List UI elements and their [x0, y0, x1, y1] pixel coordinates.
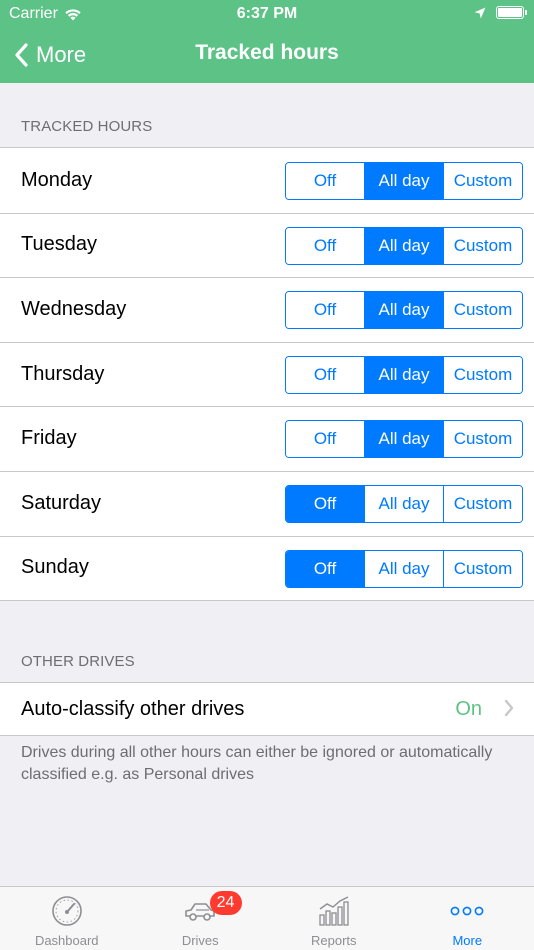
- tracking-mode-segmented-control: Off All day Custom: [285, 291, 523, 330]
- day-label: Thursday: [21, 362, 105, 385]
- day-label: Sunday: [21, 556, 89, 579]
- day-row-tuesday: Tuesday Off All day Custom: [0, 212, 534, 278]
- segment-off[interactable]: Off: [286, 485, 364, 522]
- segment-all-day[interactable]: All day: [364, 421, 443, 458]
- day-row-saturday: Saturday Off All day Custom: [0, 470, 534, 536]
- tab-more[interactable]: More: [401, 887, 534, 950]
- auto-classify-row[interactable]: Auto-classify other drives On: [0, 683, 534, 735]
- segment-all-day[interactable]: All day: [364, 550, 443, 587]
- chevron-right-icon: [504, 699, 514, 717]
- day-row-sunday: Sunday Off All day Custom: [0, 535, 534, 601]
- segment-custom[interactable]: Custom: [443, 421, 522, 458]
- header: Carrier 6:37 PM More Tracked hours: [0, 0, 534, 83]
- segment-custom[interactable]: Custom: [443, 163, 522, 199]
- tracking-mode-segmented-control: Off All day Custom: [285, 549, 523, 588]
- other-drives-note: Drives during all other hours can either…: [21, 744, 493, 783]
- bar-chart-icon: [319, 896, 349, 926]
- tracking-mode-segmented-control: Off All day Custom: [285, 484, 523, 523]
- segment-off[interactable]: Off: [286, 356, 364, 393]
- tracking-mode-segmented-control: Off All day Custom: [285, 420, 523, 459]
- other-drives-header: OTHER DRIVES: [21, 653, 135, 670]
- location-arrow-icon: [474, 7, 486, 18]
- other-drives-list: Auto-classify other drives On: [0, 682, 534, 736]
- day-label: Friday: [21, 427, 77, 450]
- day-label: Wednesday: [21, 297, 127, 320]
- auto-classify-value: On: [455, 697, 482, 720]
- speedometer-icon: [51, 896, 82, 926]
- tab-drives[interactable]: 24 Drives: [134, 887, 268, 950]
- more-dots-icon: [450, 906, 484, 916]
- tab-dashboard-label: Dashboard: [34, 933, 99, 948]
- day-row-thursday: Thursday Off All day Custom: [0, 341, 534, 407]
- status-right: [474, 6, 527, 19]
- segment-custom[interactable]: Custom: [443, 550, 522, 587]
- segment-custom[interactable]: Custom: [443, 227, 522, 264]
- segment-custom[interactable]: Custom: [443, 485, 522, 522]
- segment-custom[interactable]: Custom: [443, 292, 522, 329]
- segment-all-day[interactable]: All day: [364, 227, 443, 264]
- tracked-hours-list: Monday Off All day Custom Tuesday Off All day C…: [0, 147, 534, 602]
- segment-all-day[interactable]: All day: [364, 163, 443, 199]
- segment-all-day[interactable]: All day: [364, 485, 443, 522]
- day-row-friday: Friday Off All day Custom: [0, 406, 534, 471]
- auto-classify-label: Auto-classify other drives: [21, 697, 245, 720]
- segment-off[interactable]: Off: [286, 227, 364, 264]
- day-label: Monday: [21, 168, 93, 191]
- tab-reports-label: Reports: [310, 933, 357, 948]
- day-label: Tuesday: [21, 233, 97, 256]
- tab-more-label: More: [452, 933, 483, 948]
- segment-off[interactable]: Off: [286, 292, 364, 329]
- segment-off[interactable]: Off: [286, 421, 364, 458]
- segment-all-day[interactable]: All day: [364, 292, 443, 329]
- day-row-wednesday: Wednesday Off All day Custom: [0, 277, 534, 342]
- navbar: More Tracked hours: [0, 28, 534, 83]
- segment-all-day[interactable]: All day: [364, 356, 443, 393]
- battery-icon: [496, 6, 527, 19]
- segment-off[interactable]: Off: [286, 550, 364, 587]
- drives-badge: 24: [209, 891, 242, 915]
- tracked-hours-header: TRACKED HOURS: [21, 118, 153, 135]
- day-row-monday: Monday Off All day Custom: [0, 148, 534, 213]
- tracking-mode-segmented-control: Off All day Custom: [285, 226, 523, 265]
- status-bar: Carrier 6:37 PM: [0, 0, 534, 28]
- tracking-mode-segmented-control: Off All day Custom: [285, 355, 523, 394]
- tracking-mode-segmented-control: Off All day Custom: [285, 162, 523, 200]
- status-time: 6:37 PM: [236, 5, 298, 22]
- tab-dashboard[interactable]: Dashboard: [0, 887, 134, 950]
- segment-off[interactable]: Off: [286, 163, 364, 199]
- tab-reports[interactable]: Reports: [267, 887, 401, 950]
- tab-bar: Dashboard 24 Drives Reports More: [0, 886, 534, 950]
- page-title: Tracked hours: [195, 41, 339, 64]
- tab-drives-label: Drives: [181, 933, 219, 948]
- day-label: Saturday: [21, 491, 102, 514]
- segment-custom[interactable]: Custom: [443, 356, 522, 393]
